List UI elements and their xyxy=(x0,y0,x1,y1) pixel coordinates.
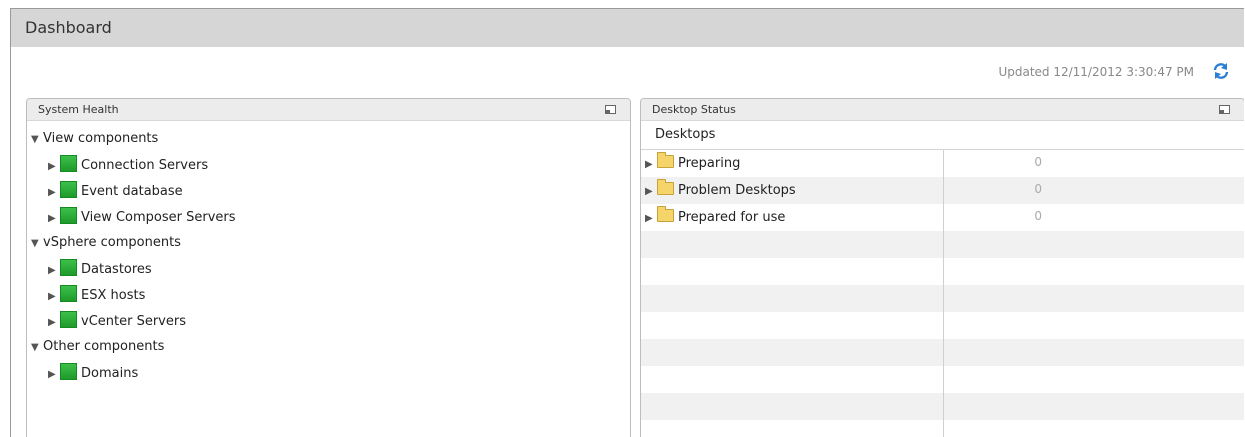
folder-icon xyxy=(657,152,674,168)
status-ok-icon xyxy=(60,207,77,224)
tree-item-label: Domains xyxy=(81,366,139,381)
row-name-cell[interactable]: ▶ Problem Desktops xyxy=(645,179,796,198)
restore-icon[interactable] xyxy=(1219,105,1230,114)
desktop-status-title: Desktop Status xyxy=(652,103,736,116)
expand-arrow-icon[interactable]: ▶ xyxy=(645,213,657,224)
expand-arrow-icon[interactable]: ▶ xyxy=(48,287,60,307)
system-health-header: System Health xyxy=(27,99,630,121)
row-name-cell[interactable]: ▶ Preparing xyxy=(645,152,741,171)
tree-item-datastores[interactable]: ▶ Datastores xyxy=(48,259,152,279)
row-value: 0 xyxy=(1034,209,1042,223)
status-ok-icon xyxy=(60,311,77,328)
folder-icon xyxy=(657,206,674,222)
tree-item-domains[interactable]: ▶ Domains xyxy=(48,363,138,383)
expand-arrow-icon[interactable]: ▶ xyxy=(48,365,60,385)
tree-item-connection-servers[interactable]: ▶ Connection Servers xyxy=(48,155,208,175)
group-label: View components xyxy=(43,131,159,146)
status-ok-icon xyxy=(60,285,77,302)
tree-item-label: Connection Servers xyxy=(81,158,209,173)
system-health-panel: System Health ▼ View components ▶ Connecti… xyxy=(26,98,631,437)
expand-arrow-icon[interactable]: ▶ xyxy=(48,313,60,333)
status-ok-icon xyxy=(60,155,77,172)
group-label: vSphere components xyxy=(43,235,181,250)
tree-item-view-composer-servers[interactable]: ▶ View Composer Servers xyxy=(48,207,236,227)
collapse-arrow-icon[interactable]: ▼ xyxy=(31,130,43,150)
dashboard-frame: Dashboard Updated 12/11/2012 3:30:47 PM … xyxy=(10,8,1244,437)
page-title: Dashboard xyxy=(25,18,112,37)
tree-item-label: ESX hosts xyxy=(81,288,146,303)
tree-item-label: vCenter Servers xyxy=(81,314,186,329)
expand-arrow-icon[interactable]: ▶ xyxy=(48,157,60,177)
row-value: 0 xyxy=(1034,155,1042,169)
tree-item-label: Datastores xyxy=(81,262,152,277)
tree-item-event-database[interactable]: ▶ Event database xyxy=(48,181,183,201)
row-label: Prepared for use xyxy=(678,210,786,225)
status-ok-icon xyxy=(60,259,77,276)
group-label: Other components xyxy=(43,339,165,354)
expand-arrow-icon[interactable]: ▶ xyxy=(645,186,657,197)
tree-item-label: Event database xyxy=(81,184,183,199)
collapse-arrow-icon[interactable]: ▼ xyxy=(31,234,43,254)
row-name-cell[interactable]: ▶ Prepared for use xyxy=(645,206,786,225)
title-bar: Dashboard xyxy=(11,9,1244,47)
collapse-arrow-icon[interactable]: ▼ xyxy=(31,338,43,358)
restore-icon[interactable] xyxy=(605,105,616,114)
status-ok-icon xyxy=(60,181,77,198)
row-label: Preparing xyxy=(678,156,741,171)
expand-arrow-icon[interactable]: ▶ xyxy=(48,209,60,229)
desktop-status-panel: Desktop Status Desktops ▶ Preparing 0 ▶ Pr… xyxy=(640,98,1244,437)
tree-item-esx-hosts[interactable]: ▶ ESX hosts xyxy=(48,285,145,305)
expand-arrow-icon[interactable]: ▶ xyxy=(48,183,60,203)
column-divider xyxy=(943,150,944,437)
tree-group-vsphere[interactable]: ▼ vSphere components xyxy=(31,233,181,253)
updated-timestamp: Updated 12/11/2012 3:30:47 PM xyxy=(998,65,1194,79)
refresh-icon[interactable] xyxy=(1212,62,1230,80)
folder-icon xyxy=(657,179,674,195)
row-value: 0 xyxy=(1034,182,1042,196)
tree-item-label: View Composer Servers xyxy=(81,210,236,225)
status-ok-icon xyxy=(60,363,77,380)
desktops-subheader: Desktops xyxy=(641,121,1244,150)
desktop-status-header: Desktop Status xyxy=(641,99,1244,121)
expand-arrow-icon[interactable]: ▶ xyxy=(48,261,60,281)
tree-group-other[interactable]: ▼ Other components xyxy=(31,337,164,357)
expand-arrow-icon[interactable]: ▶ xyxy=(645,159,657,170)
tree-group-view[interactable]: ▼ View components xyxy=(31,129,158,149)
tree-item-vcenter-servers[interactable]: ▶ vCenter Servers xyxy=(48,311,186,331)
row-label: Problem Desktops xyxy=(678,183,796,198)
system-health-title: System Health xyxy=(38,103,119,116)
